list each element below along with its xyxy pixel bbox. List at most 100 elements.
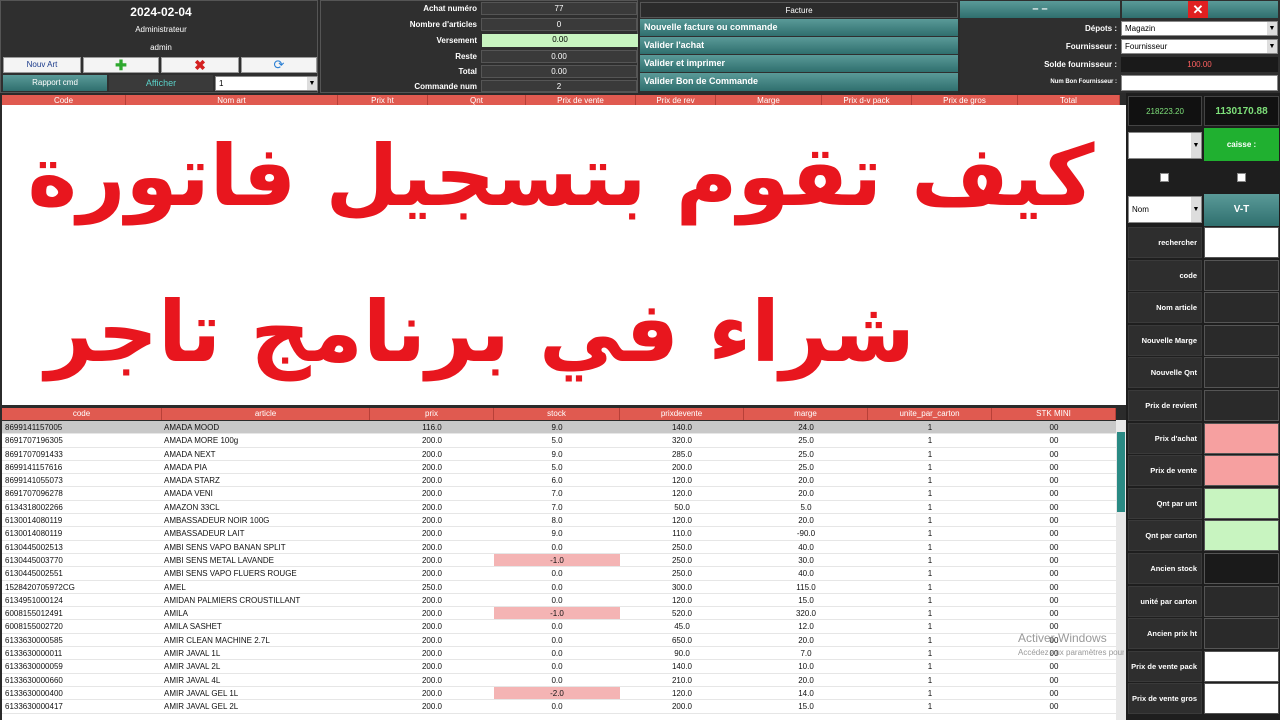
right-input-qnt-par-carton[interactable] (1204, 520, 1279, 552)
table-cell-article: AMILA (164, 609, 189, 619)
page-select[interactable]: 1 ▼ (215, 76, 318, 91)
fournisseur-label: Fournisseur : (1065, 42, 1117, 51)
stock-scrollbar[interactable] (1116, 420, 1126, 720)
checkbox-2[interactable] (1237, 173, 1246, 182)
table-row[interactable]: 6133630000400 AMIR JAVAL GEL 1L 200.0 -2.0 1… (2, 686, 1116, 701)
table-cell-stock: 9.0 (551, 529, 563, 539)
right-input-prix-de-vente-pack[interactable] (1204, 650, 1279, 682)
table-row[interactable]: 6133630000660 AMIR JAVAL 4L 200.0 0.0 210.0 2… (2, 674, 1116, 687)
refresh-button[interactable]: ⟳ (241, 57, 317, 73)
table-row[interactable]: 8699141055073 AMADA STARZ 200.0 6.0 120.0 20.… (2, 474, 1116, 488)
table-row[interactable]: 8691707091433 AMADA NEXT 200.0 9.0 285.0 25.0… (2, 448, 1116, 461)
table-row[interactable]: 6134951000124 AMIDAN PALMIERS CROUSTILLAN… (2, 594, 1116, 608)
table-cell-STK MINI: 00 (1049, 662, 1059, 672)
caisse-button[interactable]: caisse : (1204, 128, 1279, 161)
right-input-prix-de-revient[interactable] (1204, 390, 1279, 421)
table-row[interactable]: 6008155012491 AMILA 200.0 -1.0 520.0 320.0 1 00 (2, 607, 1116, 621)
table-cell-unite_par_carton: 1 (927, 516, 933, 526)
nouv-art-button[interactable]: Nouv Art (3, 57, 81, 73)
table-row[interactable]: 1528420705972CG AMEL 250.0 0.0 300.0 115.0 1 00 (2, 581, 1116, 594)
table-cell-STK MINI: 00 (1049, 595, 1059, 605)
afficher-button[interactable]: Afficher (109, 75, 213, 91)
table-cell-STK MINI: 00 (1049, 688, 1059, 698)
stock-col-unite[interactable]: unite_par_carton (868, 408, 992, 420)
versement-input[interactable]: 0.00 (482, 34, 638, 47)
stock-col-prixdevente[interactable]: prixdevente (620, 408, 744, 420)
table-row[interactable]: 8699141157005 AMADA MOOD 116.0 9.0 140.0 24.0… (2, 421, 1116, 435)
depots-select[interactable]: Magazin ▼ (1121, 21, 1278, 36)
table-row[interactable]: 6008155002720 AMILA SASHET 200.0 0.0 45.0 12.… (2, 620, 1116, 634)
table-cell-marge: 40.0 (798, 569, 814, 579)
table-cell-stock: 0.0 (551, 649, 563, 659)
table-cell-code: 8699141055073 (5, 476, 63, 486)
table-cell-prixdevente: 45.0 (674, 622, 690, 632)
stock-col-code[interactable]: code (2, 408, 162, 420)
table-cell-stock: 9.0 (551, 449, 563, 459)
table-cell-unite_par_carton: 1 (927, 622, 933, 632)
stock-col-stock[interactable]: stock (494, 408, 620, 420)
actions-block: Facture Nouvelle facture ou commande Val… (640, 0, 958, 93)
table-row[interactable]: 6133630000011 AMIR JAVAL 1L 200.0 0.0 90.0 7.… (2, 647, 1116, 661)
right-input-prix-d-achat[interactable] (1204, 422, 1279, 454)
table-cell-article: AMILA SASHET (164, 622, 222, 632)
close-icon: ✖ (194, 57, 206, 73)
caisse-select[interactable]: ▼ (1128, 132, 1202, 159)
table-row[interactable]: 8691707196305 AMADA MORE 100g 200.0 5.0 320.… (2, 434, 1116, 448)
valider-imprimer-button[interactable]: Valider et imprimer (640, 55, 958, 72)
right-input-rechercher[interactable] (1204, 227, 1279, 258)
table-row[interactable]: 6130445002551 AMBI SENS VAPO FLUERS ROUGE… (2, 567, 1116, 581)
vt-button[interactable]: V-T (1204, 194, 1279, 226)
stock-col-marge[interactable]: marge (744, 408, 868, 420)
table-row[interactable]: 6133630000059 AMIR JAVAL 2L 200.0 0.0 140.0 1… (2, 660, 1116, 674)
table-cell-marge: 15.0 (798, 702, 814, 712)
close-window-button[interactable]: ✕ (1122, 1, 1278, 18)
right-input-nom-article[interactable] (1204, 292, 1279, 324)
table-cell-prixdevente: 140.0 (671, 423, 693, 432)
minimize-button[interactable]: – – (960, 1, 1120, 18)
table-row[interactable]: 6130014080119 AMBASSADEUR NOIR 100G 200.0 8… (2, 514, 1116, 528)
right-input-nouvelle-qnt[interactable] (1204, 357, 1279, 389)
table-row[interactable]: 6133630000585 AMIR CLEAN MACHINE 2.7L 200.… (2, 634, 1116, 648)
right-input-ancien-stock[interactable] (1204, 553, 1279, 584)
fournisseur-select[interactable]: Fournisseur ▼ (1121, 39, 1278, 54)
right-input-prix-de-vente[interactable] (1204, 455, 1279, 487)
rapport-cmd-button[interactable]: Rapport cmd (3, 75, 107, 91)
table-row[interactable]: 6133630000417 AMIR JAVAL GEL 2L 200.0 0.0 20… (2, 700, 1116, 714)
right-input-prix-de-vente-gros[interactable] (1204, 683, 1279, 715)
table-row[interactable]: 6130445003770 AMBI SENS METAL LAVANDE 200.… (2, 553, 1116, 568)
right-label-qnt-par-carton: Qnt par carton (1128, 520, 1202, 552)
table-cell-article: AMIR CLEAN MACHINE 2.7L (164, 635, 270, 645)
table-row[interactable]: 6130014080119 AMBASSADEUR LAIT 200.0 9.0 110… (2, 527, 1116, 541)
valider-achat-button[interactable]: Valider l'achat (640, 37, 958, 54)
table-row[interactable]: 6134318002266 AMAZON 33CL 200.0 7.0 50.0 5.0 1… (2, 501, 1116, 515)
search-field-select[interactable]: Nom ▼ (1128, 196, 1202, 223)
table-cell-prixdevente: 520.0 (671, 609, 693, 619)
right-input-unit-par-carton[interactable] (1204, 585, 1279, 617)
right-input-ancien-prix-ht[interactable] (1204, 618, 1279, 650)
right-input-qnt-par-unt[interactable] (1204, 487, 1279, 519)
num-bon-input[interactable] (1121, 75, 1278, 91)
scrollbar-thumb[interactable] (1117, 432, 1125, 512)
table-row[interactable]: 8699141157616 AMADA PIA 200.0 5.0 200.0 25.0 1… (2, 461, 1116, 475)
right-input-nouvelle-marge[interactable] (1204, 324, 1279, 356)
stock-col-stk-mini[interactable]: STK MINI (992, 408, 1116, 420)
table-cell-article: AMADA MORE 100g (164, 436, 239, 446)
stock-col-article[interactable]: article (162, 408, 370, 420)
table-row[interactable]: 6130445002513 AMBI SENS VAPO BANAN SPLIT 2… (2, 541, 1116, 554)
table-cell-prix: 200.0 (421, 569, 443, 579)
table-cell-unite_par_carton: 1 (927, 582, 933, 592)
table-cell-article: AMADA NEXT (164, 449, 216, 459)
table-cell-code: 6133630000585 (5, 635, 63, 645)
add-button[interactable]: ✚ (83, 57, 159, 73)
stock-table[interactable]: 8699141157005 AMADA MOOD 116.0 9.0 140.0 24.0… (2, 421, 1116, 720)
stock-col-prix[interactable]: prix (370, 408, 494, 420)
table-row[interactable]: 8691707096278 AMADA VENI 200.0 7.0 120.0 20.0… (2, 487, 1116, 501)
checkbox-1[interactable] (1160, 173, 1169, 182)
right-input-code[interactable] (1204, 259, 1279, 291)
table-cell-code: 6134318002266 (5, 502, 63, 512)
valider-bon-button[interactable]: Valider Bon de Commande (640, 73, 958, 91)
overlay-title-line1: كيف تقوم بتسجيل فاتورة (27, 127, 1095, 225)
nouvelle-facture-button[interactable]: Nouvelle facture ou commande (640, 19, 958, 36)
table-cell-marge: 20.0 (798, 489, 814, 499)
delete-button[interactable]: ✖ (161, 57, 239, 73)
